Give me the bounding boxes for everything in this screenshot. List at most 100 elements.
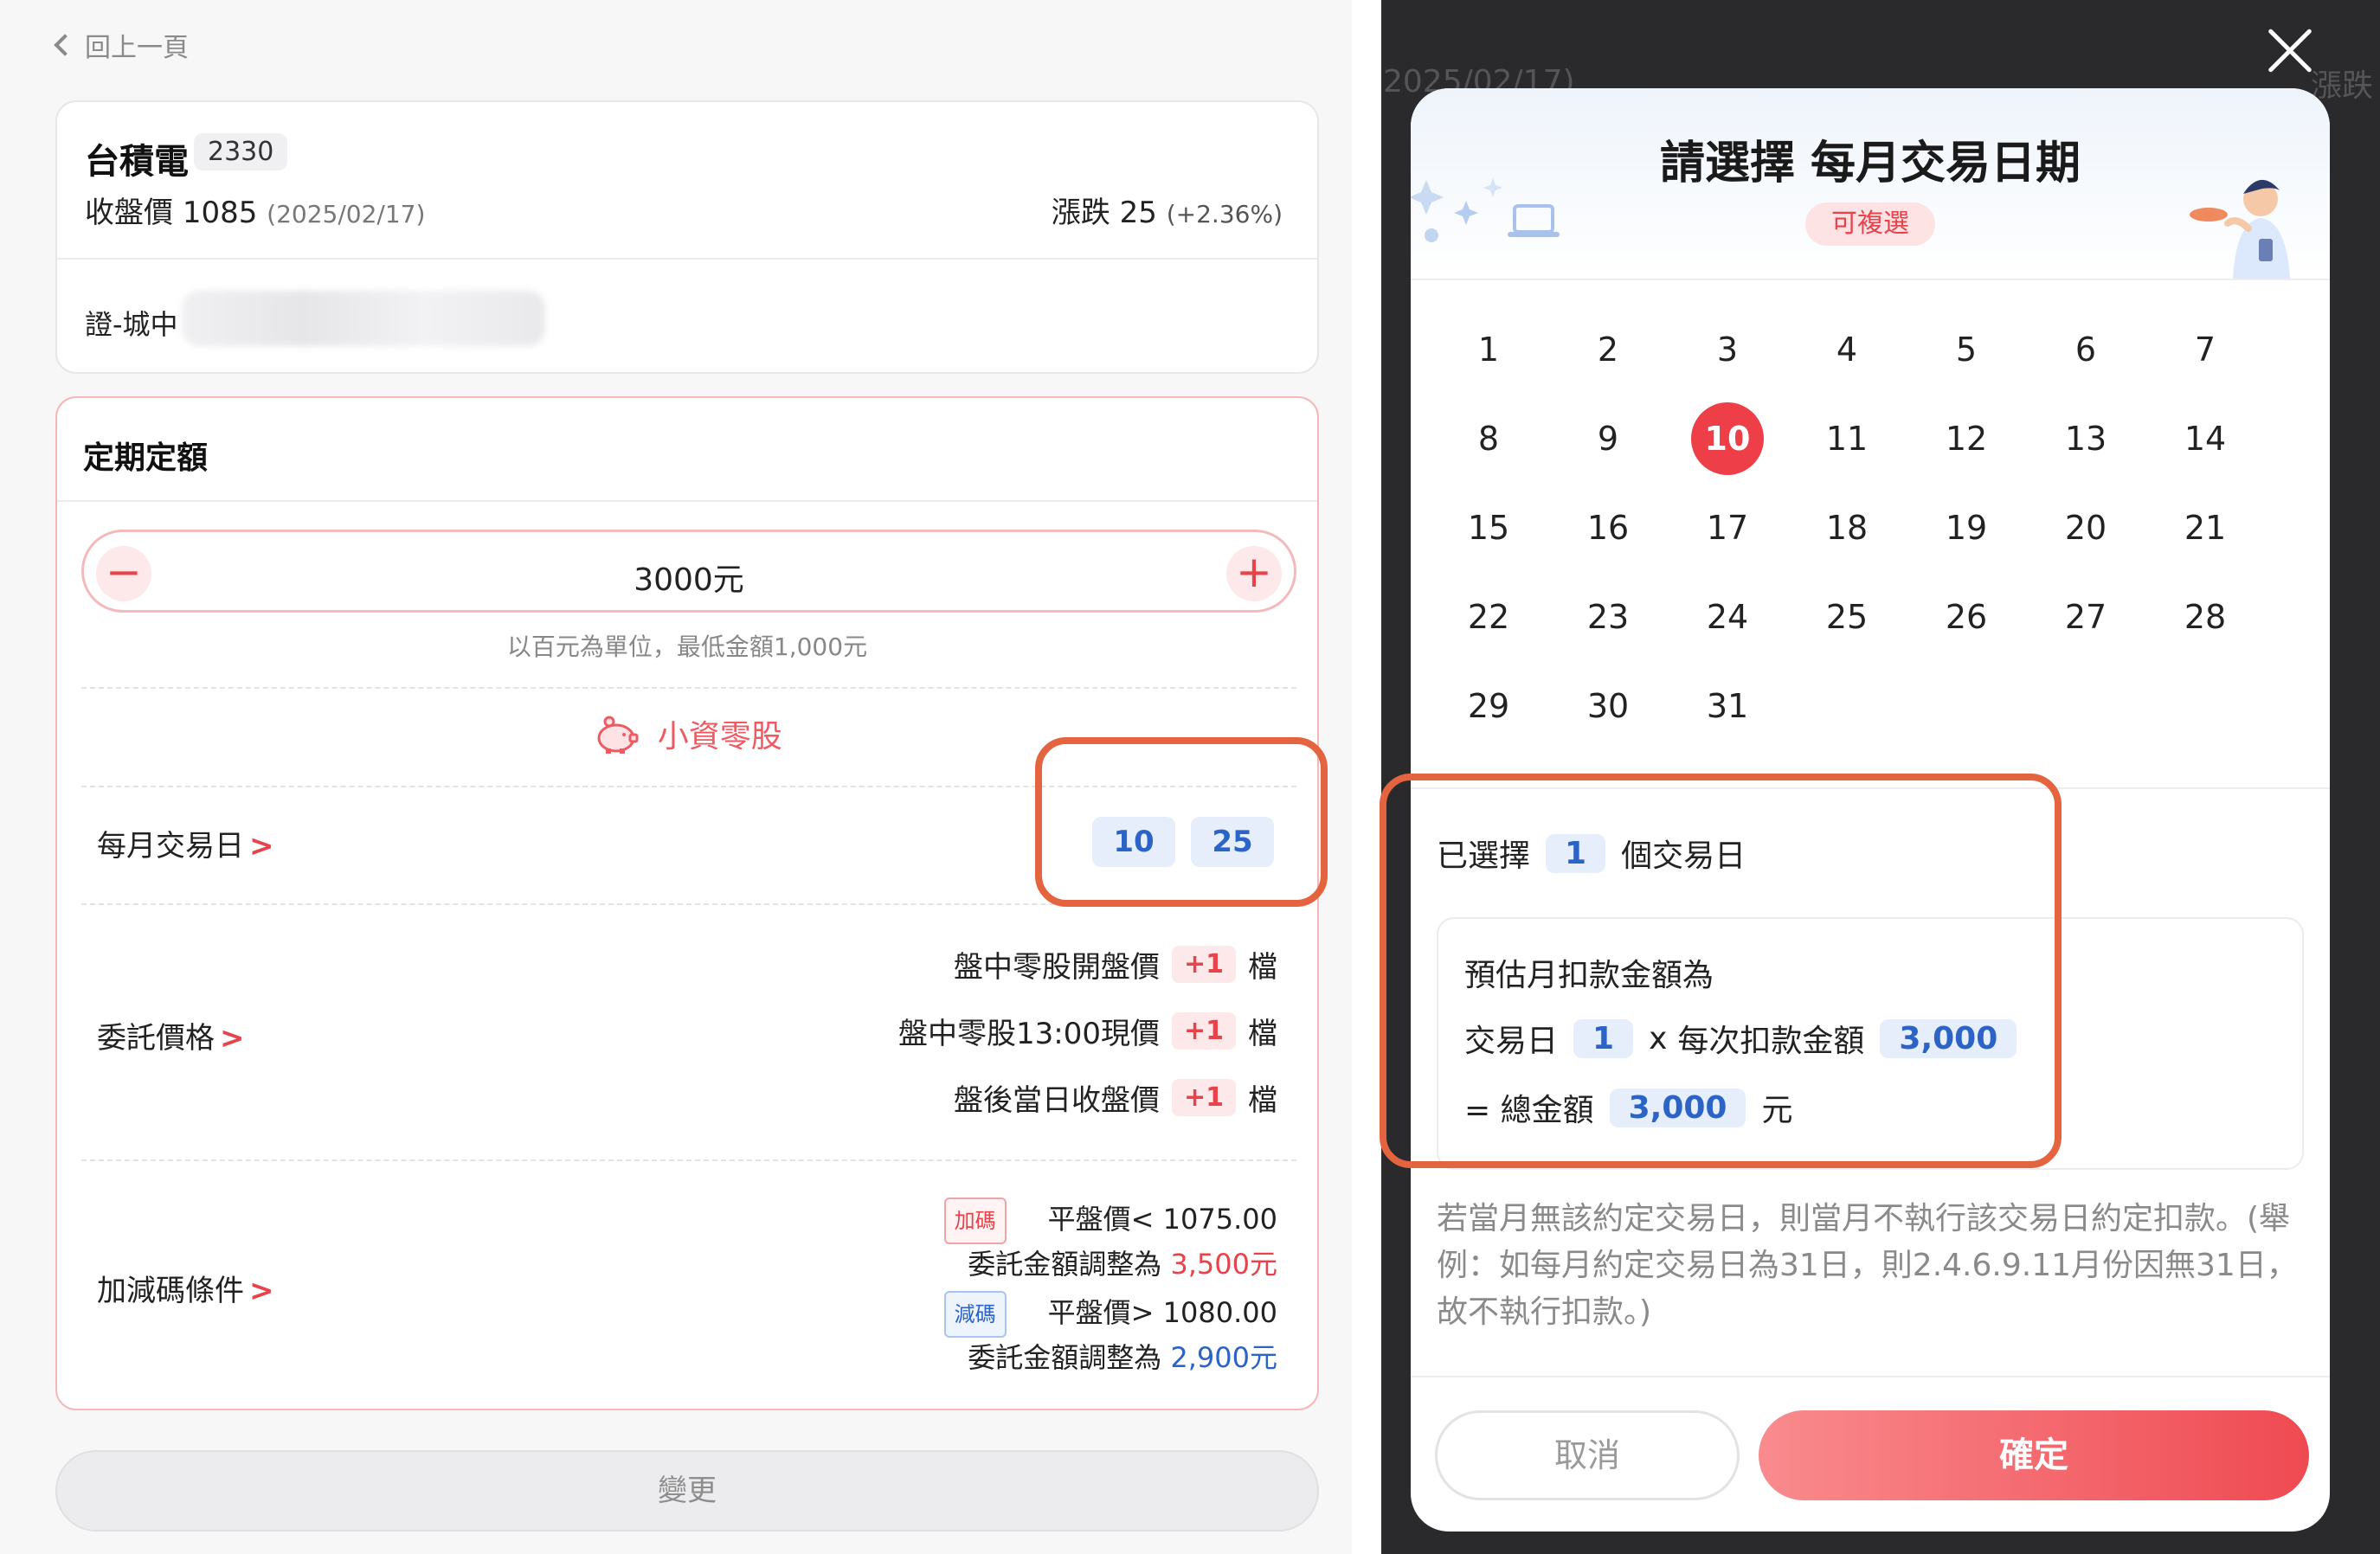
- estimate-unit: 元: [1761, 1093, 1793, 1128]
- dashed-divider: [81, 786, 1296, 787]
- amount-stepper: − 3000元 +: [81, 530, 1296, 613]
- stock-info-card: 台積電 2330 收盤價 1085 (2025/02/17) 漲跌 25 (+2…: [55, 100, 1319, 374]
- calendar-day[interactable]: 11: [1811, 402, 1883, 475]
- calendar-day[interactable]: 2: [1572, 313, 1644, 386]
- calendar-day[interactable]: 22: [1452, 581, 1525, 653]
- stock-name: 台積電: [85, 142, 189, 182]
- account-label: 證-城中: [85, 308, 178, 341]
- piggy-bank-icon: [592, 714, 640, 763]
- calendar-day[interactable]: 23: [1572, 581, 1644, 653]
- price-change-value: 25: [1119, 196, 1157, 230]
- increase-amount-button[interactable]: +: [1226, 546, 1282, 601]
- calendar-day[interactable]: 7: [2169, 313, 2242, 386]
- calendar-day-selected[interactable]: 10: [1691, 402, 1764, 475]
- calendar-day[interactable]: 8: [1452, 402, 1525, 475]
- calendar-day[interactable]: 29: [1452, 670, 1525, 742]
- selected-count: 1: [1546, 833, 1606, 873]
- trade-day-chip: 10: [1092, 817, 1175, 867]
- calendar-day[interactable]: 6: [2049, 313, 2122, 386]
- trade-day-picker-modal: 請選擇 每月交易日期 可複選 1 2 3 4 5 6 7 8 9 10 11 12 13 14 15 16 17…: [1411, 88, 2330, 1532]
- calendar-day[interactable]: 27: [2049, 581, 2122, 653]
- close-price-label: 收盤價: [85, 196, 173, 230]
- selected-prefix: 已選擇: [1437, 838, 1531, 874]
- redacted-account-number: [182, 291, 545, 346]
- order-price-label: 委託價格: [97, 1021, 215, 1056]
- monthly-day-label: 每月交易日: [97, 829, 244, 864]
- chevron-right-icon: >: [220, 1021, 245, 1056]
- tick-unit: 檔: [1248, 950, 1277, 985]
- order-price-row: 盤中零股開盤價 +1 檔: [954, 943, 1277, 986]
- calendar-day[interactable]: 30: [1572, 670, 1644, 742]
- calendar-day[interactable]: 19: [1930, 491, 2003, 564]
- confirm-button[interactable]: 確定: [1759, 1410, 2309, 1500]
- calendar-day[interactable]: 25: [1811, 581, 1883, 653]
- calendar-day[interactable]: 18: [1811, 491, 1883, 564]
- close-price-value: 1085: [182, 196, 258, 230]
- close-price-date: (2025/02/17): [267, 200, 426, 228]
- order-price-row: 盤後當日收盤價 +1 檔: [954, 1076, 1277, 1119]
- tick-unit: 檔: [1248, 1017, 1277, 1051]
- estimate-days: 1: [1573, 1018, 1634, 1058]
- calendar-day[interactable]: 15: [1452, 491, 1525, 564]
- order-price-type: 盤中零股13:00現價: [898, 1017, 1160, 1051]
- calendar-day[interactable]: 3: [1691, 313, 1764, 386]
- plan-detail-page: 回上一頁 台積電 2330 收盤價 1085 (2025/02/17) 漲跌 2…: [0, 0, 1352, 1554]
- selected-count-line: 已選擇 1 個交易日: [1437, 831, 1746, 876]
- calendar-day[interactable]: 20: [2049, 491, 2122, 564]
- increase-condition-text: 平盤價< 1075.00: [1047, 1203, 1277, 1236]
- regular-investment-card: 定期定額 − 3000元 + 以百元為單位，最低金額1,000元 小資零股 每月…: [55, 396, 1319, 1410]
- amount-value[interactable]: 3000元: [84, 555, 1294, 600]
- estimate-total-label: = 總金額: [1464, 1093, 1594, 1128]
- plan-title: 定期定額: [83, 440, 209, 476]
- calendar-day[interactable]: 5: [1930, 313, 2003, 386]
- selected-suffix: 個交易日: [1621, 838, 1746, 874]
- calendar-day[interactable]: 17: [1691, 491, 1764, 564]
- order-price-type: 盤中零股開盤價: [953, 950, 1160, 985]
- price-change-row: 漲跌 25 (+2.36%): [1052, 189, 1283, 231]
- order-price-link[interactable]: 委託價格 >: [97, 1014, 245, 1056]
- divider: [1411, 1376, 2330, 1377]
- increase-condition: 加碼 平盤價< 1075.00 委託金額調整為 3,500元: [943, 1198, 1277, 1284]
- modal-header: 請選擇 每月交易日期 可複選: [1411, 88, 2330, 279]
- increase-amount-label: 委託金額調整為: [968, 1248, 1162, 1281]
- screenshot-canvas: 回上一頁 台積電 2330 收盤價 1085 (2025/02/17) 漲跌 2…: [0, 0, 2380, 1554]
- divider: [1411, 279, 2330, 280]
- tick-offset: +1: [1171, 1012, 1236, 1050]
- calendar-day[interactable]: 14: [2169, 402, 2242, 475]
- calendar-day[interactable]: 1: [1452, 313, 1525, 386]
- back-button[interactable]: 回上一頁: [52, 26, 189, 64]
- calendar-day[interactable]: 12: [1930, 402, 2003, 475]
- calendar-day[interactable]: 16: [1572, 491, 1644, 564]
- calendar-day[interactable]: 26: [1930, 581, 2003, 653]
- cancel-button[interactable]: 取消: [1435, 1410, 1740, 1500]
- calendar-day[interactable]: 9: [1572, 402, 1644, 475]
- calendar-day[interactable]: 28: [2169, 581, 2242, 653]
- monthly-day-link[interactable]: 每月交易日 >: [97, 822, 274, 864]
- decrease-condition: 減碼 平盤價> 1080.00 委託金額調整為 2,900元: [943, 1291, 1277, 1377]
- dashed-divider: [81, 1159, 1296, 1161]
- chevron-right-icon: >: [249, 1274, 274, 1308]
- price-change-pct: (+2.36%): [1166, 200, 1283, 228]
- increase-amount: 3,500元: [1170, 1248, 1277, 1281]
- estimate-per-label: 每次扣款金額: [1677, 1024, 1865, 1059]
- close-price-row: 收盤價 1085 (2025/02/17): [85, 189, 425, 231]
- estimate-title: 預估月扣款金額為: [1464, 958, 1714, 993]
- change-button[interactable]: 變更: [55, 1450, 1319, 1532]
- stock-code: 2330: [194, 133, 288, 170]
- adjust-condition-link[interactable]: 加減碼條件 >: [97, 1267, 274, 1309]
- tick-offset: +1: [1171, 946, 1236, 983]
- tick-unit: 檔: [1248, 1083, 1277, 1118]
- price-change-label: 漲跌: [1051, 196, 1110, 230]
- calendar-day[interactable]: 21: [2169, 491, 2242, 564]
- multi-select-badge: 可複選: [1805, 202, 1935, 246]
- back-label: 回上一頁: [85, 33, 189, 63]
- calendar-day[interactable]: 4: [1811, 313, 1883, 386]
- calendar-day[interactable]: 13: [2049, 402, 2122, 475]
- rule-note: 若當月無該約定交易日，則當月不執行該交易日約定扣款。(舉例：如每月約定交易日為3…: [1437, 1201, 2298, 1330]
- decrease-amount: 2,900元: [1170, 1341, 1277, 1374]
- close-icon[interactable]: [2266, 28, 2314, 76]
- order-price-type: 盤後當日收盤價: [953, 1083, 1160, 1118]
- calendar-day[interactable]: 24: [1691, 581, 1764, 653]
- brand-label: 小資零股: [57, 711, 1317, 763]
- calendar-day[interactable]: 31: [1691, 670, 1764, 742]
